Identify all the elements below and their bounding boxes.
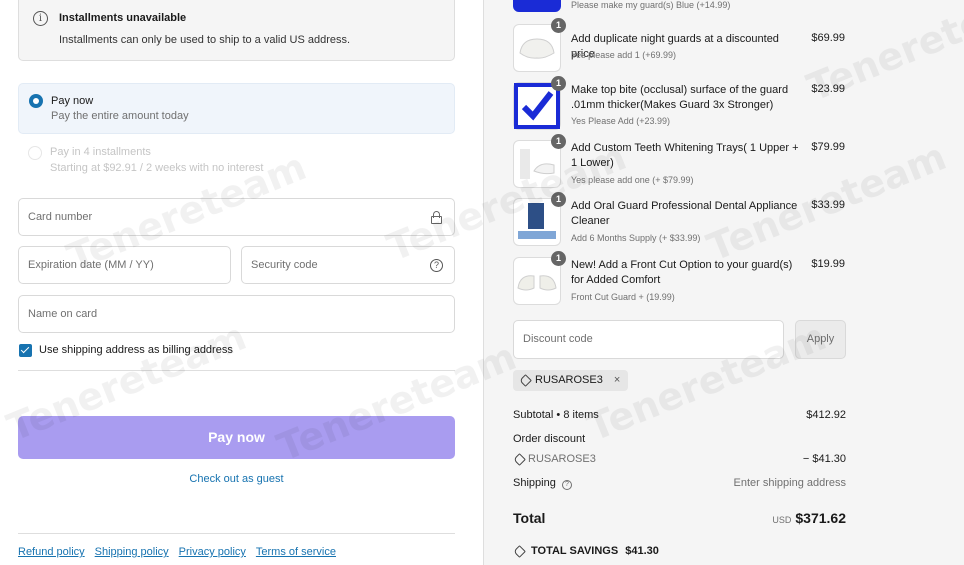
total-savings-value: $41.30 xyxy=(625,545,659,557)
line-item: 1 Add duplicate night guards at a discou… xyxy=(513,18,853,72)
card-number-field[interactable]: Card number xyxy=(18,198,455,236)
pay-in-4-title: Pay in 4 installments xyxy=(50,146,151,158)
item-name: Add Oral Guard Professional Dental Appli… xyxy=(571,200,798,227)
expiration-placeholder: Expiration date (MM / YY) xyxy=(28,259,154,271)
total-row: Total USD $371.62 xyxy=(513,510,846,526)
pay-now-subtitle: Pay the entire amount today xyxy=(51,110,189,122)
footer-divider xyxy=(18,533,455,534)
applied-code: RUSAROSE3 xyxy=(535,374,603,386)
apply-discount-button[interactable]: Apply xyxy=(795,320,846,359)
line-item: 1 New! Add a Front Cut Option to your gu… xyxy=(513,251,853,305)
total-savings-label: TOTAL SAVINGS xyxy=(531,545,619,557)
item-price: $23.99 xyxy=(811,83,845,95)
card-number-placeholder: Card number xyxy=(28,211,93,223)
quantity-badge: 1 xyxy=(551,134,566,149)
shipping-row: Shipping ? Enter shipping address xyxy=(513,477,846,490)
security-code-placeholder: Security code xyxy=(251,259,318,271)
discount-code-input[interactable]: Discount code xyxy=(513,320,784,359)
item-name: New! Add a Front Cut Option to your guar… xyxy=(571,259,793,286)
tag-icon xyxy=(513,453,526,466)
night-guard-thumbnail: 1 xyxy=(513,18,566,72)
pay-now-radio[interactable] xyxy=(29,94,43,108)
notice-title: Installments unavailable xyxy=(59,12,187,24)
item-price: $33.99 xyxy=(811,199,845,211)
blue-guard-thumbnail xyxy=(513,0,561,12)
check-out-as-guest-link[interactable]: Check out as guest xyxy=(0,473,473,485)
pay-in-4-option: Pay in 4 installments Starting at $92.91… xyxy=(18,138,455,180)
applied-discount-chip: RUSAROSE3 × xyxy=(513,370,629,391)
billing-address-label[interactable]: Use shipping address as billing address xyxy=(39,344,233,356)
pay-now-option[interactable]: Pay now Pay the entire amount today xyxy=(18,83,455,134)
pay-in-4-subtitle: Starting at $92.91 / 2 weeks with no int… xyxy=(50,162,264,174)
tag-icon xyxy=(513,545,526,558)
tag-icon xyxy=(519,374,532,387)
item-price: $69.99 xyxy=(811,32,845,44)
question-help-icon[interactable]: ? xyxy=(561,480,572,490)
line-item: 1 Make top bite (occlusal) surface of th… xyxy=(513,76,853,130)
quantity-badge: 1 xyxy=(551,76,566,91)
question-help-icon[interactable]: ? xyxy=(430,259,443,272)
info-icon: i xyxy=(33,11,48,26)
whitening-trays-thumbnail: 1 xyxy=(513,134,566,188)
item-price: $19.99 xyxy=(811,258,845,270)
remove-discount-icon[interactable]: × xyxy=(614,374,620,386)
terms-of-service-link[interactable]: Terms of service xyxy=(256,546,336,558)
order-discount-row: Order discount xyxy=(513,433,846,445)
currency-code: USD xyxy=(772,515,792,525)
pay-in-4-radio xyxy=(28,146,42,160)
pay-now-button[interactable]: Pay now xyxy=(18,416,455,459)
quantity-badge: 1 xyxy=(551,18,566,33)
checkout-payment-panel: i Installments unavailable Installments … xyxy=(0,0,483,565)
order-discount-label: Order discount xyxy=(513,433,586,445)
discount-code-row: RUSAROSE3 − $41.30 xyxy=(513,453,846,466)
discount-code-label: RUSAROSE3 xyxy=(528,453,596,465)
item-option: Yes Please Add (+23.99) xyxy=(571,116,670,126)
expiration-date-field[interactable]: Expiration date (MM / YY) xyxy=(18,246,231,284)
item-option: Yes please add one (+ $79.99) xyxy=(571,175,694,185)
lock-icon xyxy=(431,211,442,224)
item-option: Front Cut Guard + (19.99) xyxy=(571,292,675,302)
name-on-card-placeholder: Name on card xyxy=(28,308,98,320)
line-item: 1 Add Oral Guard Professional Dental App… xyxy=(513,192,853,246)
subtotal-row: Subtotal • 8 items $412.92 xyxy=(513,409,846,421)
security-code-field[interactable]: Security code ? xyxy=(241,246,455,284)
quantity-badge: 1 xyxy=(551,251,566,266)
shipping-policy-link[interactable]: Shipping policy xyxy=(95,546,169,558)
line-item: Please make my guard(s) Blue (+14.99) xyxy=(513,0,853,12)
total-label: Total xyxy=(513,510,546,526)
privacy-policy-link[interactable]: Privacy policy xyxy=(179,546,246,558)
refund-policy-link[interactable]: Refund policy xyxy=(18,546,85,558)
footer-links: Refund policy Shipping policy Privacy po… xyxy=(18,546,336,558)
total-savings-row: TOTAL SAVINGS $41.30 xyxy=(513,545,846,558)
discount-value: − $41.30 xyxy=(802,453,846,465)
subtotal-label: Subtotal • 8 items xyxy=(513,409,599,421)
item-price: $79.99 xyxy=(811,141,845,153)
line-item: 1 Add Custom Teeth Whitening Trays( 1 Up… xyxy=(513,134,853,188)
billing-address-checkbox[interactable] xyxy=(19,344,32,357)
notice-body: Installments can only be used to ship to… xyxy=(59,34,351,46)
shipping-label: Shipping xyxy=(513,477,556,489)
installments-notice: i Installments unavailable Installments … xyxy=(18,0,455,61)
item-name: Make top bite (occlusal) surface of the … xyxy=(571,84,789,111)
name-on-card-field[interactable]: Name on card xyxy=(18,295,455,333)
pay-now-title: Pay now xyxy=(51,95,94,107)
cleaner-thumbnail: 1 xyxy=(513,192,566,246)
shipping-value: Enter shipping address xyxy=(733,477,846,489)
item-name: Add Custom Teeth Whitening Trays( 1 Uppe… xyxy=(571,142,799,169)
front-cut-guard-thumbnail: 1 xyxy=(513,251,566,305)
total-value: $371.62 xyxy=(795,510,846,526)
subtotal-value: $412.92 xyxy=(806,409,846,421)
quantity-badge: 1 xyxy=(551,192,566,207)
item-name: Please make my guard(s) Blue (+14.99) xyxy=(571,0,731,10)
discount-code-placeholder: Discount code xyxy=(523,333,593,345)
checkmark-thumbnail: 1 xyxy=(513,76,566,130)
divider xyxy=(18,370,455,371)
item-option: Add 6 Months Supply (+ $33.99) xyxy=(571,233,701,243)
item-option: Yes please add 1 (+69.99) xyxy=(571,50,676,60)
